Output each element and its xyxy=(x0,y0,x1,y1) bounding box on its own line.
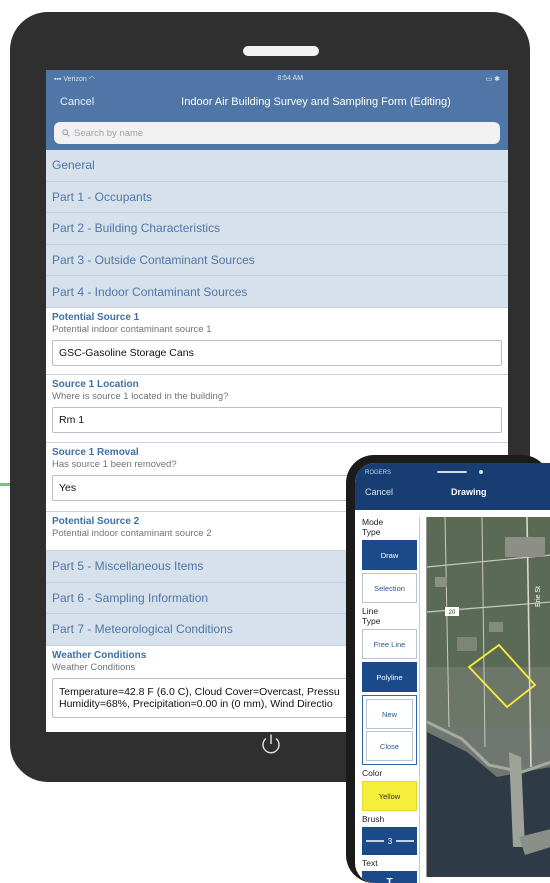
phone-device: ROGERS Cancel Drawing Mode Type Draw Sel… xyxy=(346,455,550,883)
polyline-button[interactable]: Polyline xyxy=(362,662,417,692)
phone-camera xyxy=(479,470,483,474)
field-hint: Where is source 1 located in the buildin… xyxy=(52,390,229,402)
mode-type-label: Type xyxy=(362,527,381,537)
section-part-2[interactable]: Part 2 - Building Characteristics xyxy=(46,213,508,245)
weather-line-2: Humidity=68%, Precipitation=0.00 in (0 m… xyxy=(59,697,333,710)
field-label: Potential Source 1 xyxy=(52,311,140,323)
brush-label: Brush xyxy=(362,814,385,824)
section-general[interactable]: General xyxy=(46,150,508,182)
section-part-3[interactable]: Part 3 - Outside Contaminant Sources xyxy=(46,244,508,277)
phone-speaker xyxy=(437,471,467,473)
selection-button[interactable]: Selection xyxy=(362,573,417,603)
close-line-button[interactable]: Close xyxy=(366,731,413,761)
free-line-button[interactable]: Free Line xyxy=(362,629,417,659)
text-tool-icon[interactable]: T xyxy=(362,871,417,883)
search-bar: Search by name xyxy=(46,117,508,150)
line-type-label: Type xyxy=(362,616,381,626)
brush-size-value: 3 xyxy=(387,837,392,846)
source-1-location-input[interactable]: Rm 1 xyxy=(52,406,502,433)
line-action-group: New Close xyxy=(362,695,417,765)
status-time: 8:54 AM xyxy=(277,75,304,82)
map-view[interactable]: 20 Erie St xyxy=(426,517,550,877)
tablet-speaker xyxy=(243,46,319,56)
street-label: Erie St xyxy=(535,586,542,607)
carrier-label: ▪▪▪ Verizon ◠ xyxy=(54,75,95,83)
drawing-tool-panel: Mode Type Draw Selection Line Type Free … xyxy=(360,517,420,883)
phone-cancel-button[interactable]: Cancel xyxy=(365,487,393,497)
potential-source-1-input[interactable]: GSC-Gasoline Storage Cans xyxy=(52,339,502,366)
section-part-4[interactable]: Part 4 - Indoor Contaminant Sources xyxy=(46,276,508,308)
phone-carrier: ROGERS xyxy=(365,470,392,476)
phone-screen: ROGERS Cancel Drawing Mode Type Draw Sel… xyxy=(355,463,550,883)
phone-title: Drawing xyxy=(451,487,487,497)
mode-label: Mode xyxy=(362,517,384,527)
new-line-button[interactable]: New xyxy=(366,699,413,729)
status-bar: ▪▪▪ Verizon ◠ 8:54 AM ▭ ✱ xyxy=(46,70,508,87)
route-shield: 20 xyxy=(449,610,456,616)
weather-line-1: Temperature=42.8 F (6.0 C), Cloud Cover=… xyxy=(59,685,340,698)
aerial-map: 20 Erie St xyxy=(427,517,550,877)
brush-line-icon: 3 xyxy=(365,837,414,846)
color-picker-button[interactable]: Yellow xyxy=(362,781,417,811)
field-potential-source-1: Potential Source 1 Potential indoor cont… xyxy=(46,307,508,375)
search-icon xyxy=(62,129,70,137)
field-label: Source 1 Location xyxy=(52,378,139,390)
search-input[interactable]: Search by name xyxy=(54,122,500,144)
signal-icon: ▪▪▪ xyxy=(54,75,64,83)
field-source-1-location: Source 1 Location Where is source 1 loca… xyxy=(46,374,508,443)
search-placeholder: Search by name xyxy=(74,127,144,139)
decorative-green-line xyxy=(0,483,10,486)
section-part-1[interactable]: Part 1 - Occupants xyxy=(46,181,508,214)
wifi-icon: ◠ xyxy=(86,75,95,83)
power-icon[interactable] xyxy=(259,732,283,756)
draw-button[interactable]: Draw xyxy=(362,540,417,570)
battery-icon: ▭ ✱ xyxy=(485,75,500,83)
nav-bar: Cancel Indoor Air Building Survey and Sa… xyxy=(46,87,508,117)
brush-size-slider[interactable]: 3 xyxy=(362,827,417,855)
page-title: Indoor Air Building Survey and Sampling … xyxy=(181,96,451,108)
color-label: Color xyxy=(362,768,383,778)
phone-nav-bar: ROGERS Cancel Drawing xyxy=(355,463,550,510)
cancel-button[interactable]: Cancel xyxy=(60,96,94,108)
line-label: Line xyxy=(362,606,379,616)
field-hint: Potential indoor contaminant source 1 xyxy=(52,323,212,335)
text-label: Text xyxy=(362,858,378,868)
